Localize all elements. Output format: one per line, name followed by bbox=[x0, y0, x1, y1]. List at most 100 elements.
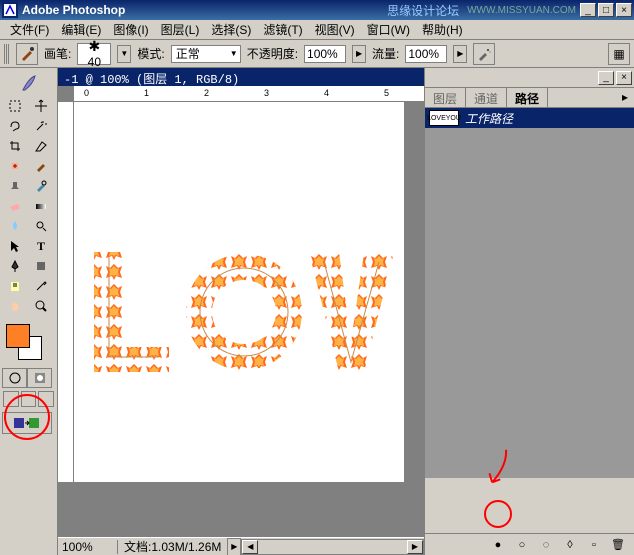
foreground-color-swatch[interactable] bbox=[6, 324, 30, 348]
path-item[interactable]: LOVEYOU 工作路径 bbox=[425, 108, 634, 128]
stroke-path-button[interactable]: ○ bbox=[514, 537, 530, 553]
menu-view[interactable]: 视图(V) bbox=[309, 19, 361, 40]
flow-slider-button[interactable]: ▶ bbox=[453, 45, 467, 63]
horizontal-ruler[interactable]: 0 1 2 3 4 5 bbox=[74, 86, 424, 102]
opacity-label: 不透明度: bbox=[247, 45, 298, 62]
brush-dropdown-button[interactable]: ▼ bbox=[117, 45, 131, 63]
paths-panel-footer: ● ○ ◌ ◊ ▫ 🗑 bbox=[425, 533, 634, 555]
screen-mode-full-menu[interactable] bbox=[21, 391, 37, 407]
menu-layer[interactable]: 图层(L) bbox=[155, 19, 206, 40]
zoom-tool[interactable] bbox=[29, 296, 54, 316]
path-select-tool[interactable] bbox=[2, 236, 27, 256]
doc-info-menu[interactable]: ▶ bbox=[227, 538, 241, 555]
eyedropper-tool[interactable] bbox=[29, 276, 54, 296]
menu-image[interactable]: 图像(I) bbox=[107, 19, 154, 40]
document-title: -1 @ 100% (图层 1, RGB/8) bbox=[58, 68, 424, 86]
slice-tool[interactable] bbox=[29, 136, 54, 156]
stamp-tool[interactable] bbox=[2, 176, 27, 196]
canvas-artwork bbox=[84, 242, 394, 382]
menu-bar: 文件(F) 编辑(E) 图像(I) 图层(L) 选择(S) 滤镜(T) 视图(V… bbox=[0, 20, 634, 40]
notes-tool[interactable] bbox=[2, 276, 27, 296]
mode-label: 模式: bbox=[137, 45, 164, 62]
crop-tool[interactable] bbox=[2, 136, 27, 156]
fill-path-button[interactable]: ● bbox=[490, 537, 506, 553]
menu-edit[interactable]: 编辑(E) bbox=[55, 19, 107, 40]
grip-icon[interactable] bbox=[4, 44, 10, 64]
pen-tool[interactable] bbox=[2, 256, 27, 276]
tab-channels[interactable]: 通道 bbox=[466, 88, 507, 107]
blend-mode-value: 正常 bbox=[176, 45, 200, 62]
scroll-left-button[interactable]: ◀ bbox=[242, 540, 258, 554]
opacity-slider-button[interactable]: ▶ bbox=[352, 45, 366, 63]
panel-close-button[interactable]: × bbox=[616, 71, 632, 85]
document-area: -1 @ 100% (图层 1, RGB/8) 0 1 2 3 4 5 bbox=[58, 68, 424, 555]
brush-preset-picker[interactable]: ✱ 40 bbox=[77, 43, 111, 65]
opacity-field[interactable]: 100% bbox=[304, 45, 346, 63]
dodge-tool[interactable] bbox=[29, 216, 54, 236]
blend-mode-dropdown[interactable]: 正常 bbox=[171, 45, 241, 63]
menu-file[interactable]: 文件(F) bbox=[4, 19, 55, 40]
move-tool[interactable] bbox=[29, 96, 54, 116]
menu-select[interactable]: 选择(S) bbox=[205, 19, 257, 40]
feather-icon bbox=[2, 72, 55, 96]
new-path-button[interactable]: ▫ bbox=[586, 537, 602, 553]
options-bar: 画笔: ✱ 40 ▼ 模式: 正常 不透明度: 100% ▶ 流量: 100% … bbox=[0, 40, 634, 68]
tab-paths[interactable]: 路径 bbox=[507, 88, 548, 107]
horizontal-scrollbar[interactable]: ◀ ▶ bbox=[241, 539, 424, 555]
vertical-ruler[interactable] bbox=[58, 102, 74, 482]
brush-tool[interactable] bbox=[29, 156, 54, 176]
flow-label: 流量: bbox=[372, 45, 399, 62]
path-to-selection-button[interactable]: ◌ bbox=[538, 537, 554, 553]
forum-name: 思缘设计论坛 bbox=[387, 2, 459, 19]
panel-minimize-button[interactable]: _ bbox=[598, 71, 614, 85]
title-bar: Adobe Photoshop 思缘设计论坛 WWW.MISSYUAN.COM … bbox=[0, 0, 634, 20]
heal-tool[interactable] bbox=[2, 156, 27, 176]
shape-tool[interactable] bbox=[29, 256, 54, 276]
standard-mode-button[interactable] bbox=[2, 368, 27, 388]
toolbox: T bbox=[0, 68, 58, 555]
minimize-button[interactable]: _ bbox=[580, 3, 596, 17]
screen-mode-full[interactable] bbox=[38, 391, 54, 407]
menu-window[interactable]: 窗口(W) bbox=[361, 19, 416, 40]
type-tool[interactable]: T bbox=[29, 236, 54, 256]
delete-path-button[interactable]: 🗑 bbox=[610, 537, 626, 553]
paths-list[interactable]: LOVEYOU 工作路径 bbox=[425, 108, 634, 478]
menu-help[interactable]: 帮助(H) bbox=[416, 19, 469, 40]
scroll-right-button[interactable]: ▶ bbox=[407, 540, 423, 554]
airbrush-icon[interactable] bbox=[473, 43, 495, 65]
canvas[interactable] bbox=[74, 102, 404, 482]
app-title: Adobe Photoshop bbox=[22, 3, 387, 17]
brush-size-value: 40 bbox=[88, 55, 101, 69]
blur-tool[interactable] bbox=[2, 216, 27, 236]
screen-mode-standard[interactable] bbox=[3, 391, 19, 407]
panel-tabs: 图层 通道 路径 ▸ bbox=[425, 88, 634, 108]
eraser-tool[interactable] bbox=[2, 196, 27, 216]
marquee-tool[interactable] bbox=[2, 96, 27, 116]
palette-well-icon[interactable]: ▦ bbox=[608, 43, 630, 65]
status-bar: 100% 文档:1.03M/1.26M ▶ ◀ ▶ bbox=[58, 537, 424, 555]
brush-tool-icon[interactable] bbox=[16, 43, 38, 65]
panels-dock: _ × 图层 通道 路径 ▸ LOVEYOU 工作路径 ● ○ ◌ ◊ ▫ 🗑 bbox=[424, 68, 634, 555]
close-button[interactable]: × bbox=[616, 3, 632, 17]
gradient-tool[interactable] bbox=[29, 196, 54, 216]
tab-layers[interactable]: 图层 bbox=[425, 88, 466, 107]
watermark: WWW.MISSYUAN.COM bbox=[467, 5, 576, 16]
path-name: 工作路径 bbox=[465, 110, 513, 127]
jump-to-imageready[interactable] bbox=[2, 412, 52, 434]
maximize-button[interactable]: □ bbox=[598, 3, 614, 17]
history-brush-tool[interactable] bbox=[29, 176, 54, 196]
wand-tool[interactable] bbox=[29, 116, 54, 136]
doc-info[interactable]: 文档:1.03M/1.26M bbox=[118, 538, 227, 555]
quickmask-mode-button[interactable] bbox=[27, 368, 52, 388]
zoom-field[interactable]: 100% bbox=[58, 540, 118, 554]
color-swatches bbox=[2, 324, 55, 364]
selection-to-path-button[interactable]: ◊ bbox=[562, 537, 578, 553]
hand-tool[interactable] bbox=[2, 296, 27, 316]
path-thumbnail: LOVEYOU bbox=[429, 110, 459, 126]
app-icon bbox=[2, 2, 18, 18]
panel-menu-button[interactable]: ▸ bbox=[616, 88, 634, 107]
lasso-tool[interactable] bbox=[2, 116, 27, 136]
panel-header: _ × bbox=[425, 68, 634, 88]
menu-filter[interactable]: 滤镜(T) bbox=[257, 19, 308, 40]
flow-field[interactable]: 100% bbox=[405, 45, 447, 63]
